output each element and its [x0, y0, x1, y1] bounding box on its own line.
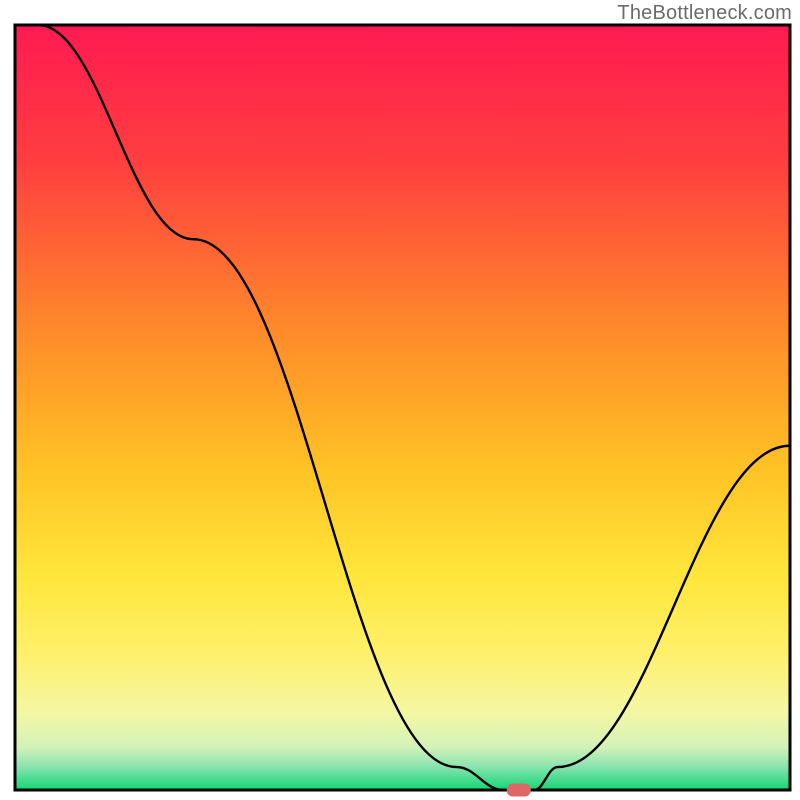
chart-canvas: [0, 0, 800, 800]
attribution-label: TheBottleneck.com: [617, 2, 792, 25]
gradient-background: [16, 26, 789, 789]
optimal-marker: [507, 784, 531, 797]
bottleneck-chart: TheBottleneck.com: [0, 0, 800, 800]
